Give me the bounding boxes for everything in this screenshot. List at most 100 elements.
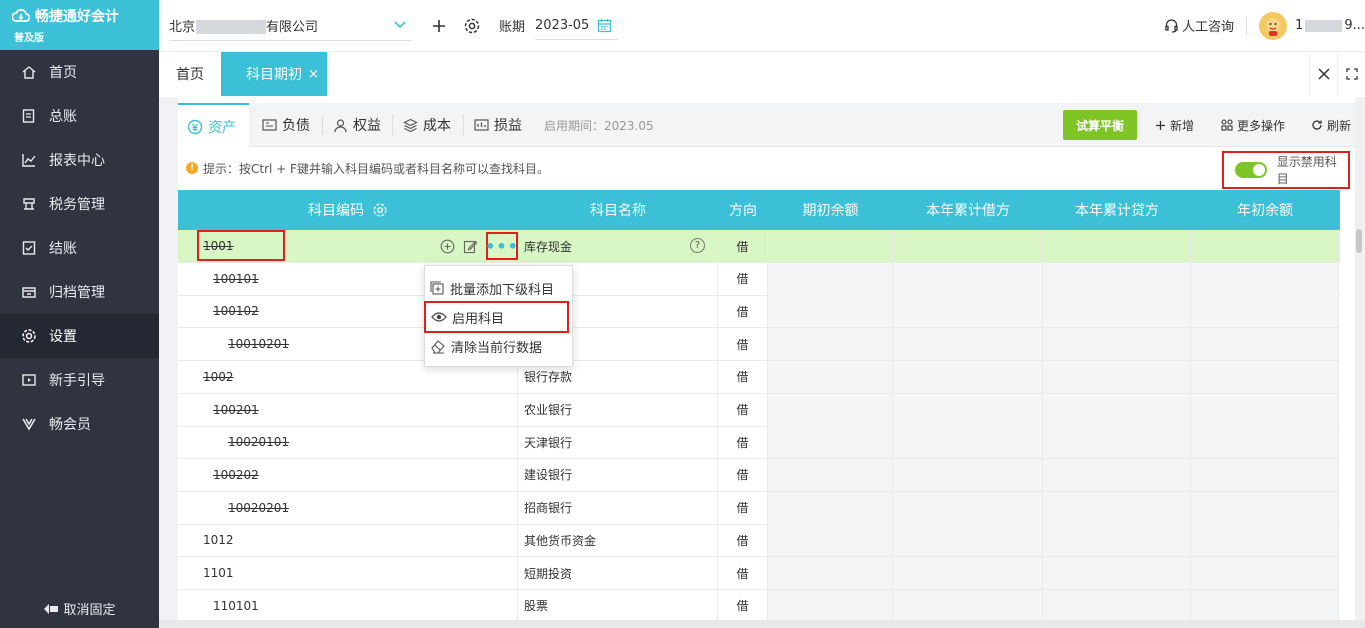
cell-opening[interactable] (768, 491, 893, 524)
tab-account-opening[interactable]: 科目期初 × (221, 52, 327, 96)
cell-name[interactable]: 股票 (518, 589, 718, 622)
table-row[interactable]: 1012 其他货币资金 借 (178, 524, 1340, 558)
cell-opening[interactable] (768, 328, 893, 361)
cell-year-start[interactable] (1191, 589, 1339, 622)
cell-direction[interactable]: 借 (718, 589, 768, 622)
cell-ytd-debit[interactable] (893, 589, 1043, 622)
user-account[interactable]: 1 9... (1295, 18, 1365, 33)
cell-opening[interactable] (768, 557, 893, 589)
sidebar-item-tax[interactable]: 税务管理 (0, 182, 159, 226)
refresh-button[interactable]: 刷新 (1311, 103, 1351, 147)
cell-name[interactable]: 短期投资 (518, 557, 718, 589)
table-row[interactable]: 100101 借 (178, 262, 1340, 296)
cell-year-start[interactable] (1191, 426, 1339, 459)
cell-ytd-credit[interactable] (1043, 491, 1191, 524)
edit-icon[interactable] (463, 239, 478, 254)
cell-ytd-debit[interactable] (893, 458, 1043, 491)
table-row[interactable]: 1101 短期投资 借 (178, 557, 1340, 590)
cell-year-start[interactable] (1191, 230, 1339, 262)
cell-name[interactable]: 库存现金 (518, 230, 718, 262)
cell-direction[interactable]: 借 (718, 458, 768, 491)
fullscreen-button[interactable] (1337, 52, 1365, 96)
sidebar-item-ledger[interactable]: 总账 (0, 94, 159, 138)
sidebar-item-reports[interactable]: 报表中心 (0, 138, 159, 182)
cell-ytd-credit[interactable] (1043, 262, 1191, 295)
show-disabled-accounts-toggle[interactable] (1235, 162, 1267, 178)
close-tab-icon[interactable]: × (308, 67, 319, 82)
cell-ytd-credit[interactable] (1043, 360, 1191, 393)
cell-year-start[interactable] (1191, 458, 1339, 491)
table-row[interactable]: 100102 借 (178, 295, 1340, 329)
cell-direction[interactable]: 借 (718, 230, 768, 262)
period-picker[interactable]: 2023-05 (535, 12, 619, 40)
cell-ytd-debit[interactable] (893, 262, 1043, 295)
cell-ytd-debit[interactable] (893, 360, 1043, 393)
table-row[interactable]: 10020201 招商银行 借 (178, 491, 1340, 525)
add-button[interactable]: 新增 (1155, 103, 1194, 147)
cell-direction[interactable]: 借 (718, 426, 768, 459)
scrollbar-thumb[interactable] (1356, 229, 1362, 253)
cell-direction[interactable]: 借 (718, 262, 768, 295)
tab-liabilities[interactable]: 负债 (262, 103, 310, 147)
cell-ytd-debit[interactable] (893, 491, 1043, 524)
cell-ytd-debit[interactable] (893, 426, 1043, 459)
cell-ytd-credit[interactable] (1043, 557, 1191, 589)
cell-ytd-credit[interactable] (1043, 230, 1191, 262)
tab-profit-loss[interactable]: 损益 (474, 103, 522, 147)
cell-ytd-debit[interactable] (893, 557, 1043, 589)
more-actions-button[interactable]: ••• (485, 232, 518, 260)
avatar[interactable] (1259, 11, 1287, 40)
cell-opening[interactable] (768, 360, 893, 393)
cell-opening[interactable] (768, 589, 893, 622)
vertical-scrollbar[interactable] (1355, 97, 1363, 617)
cell-direction[interactable]: 借 (718, 491, 768, 524)
cell-code[interactable]: 1012 (201, 524, 518, 557)
cell-direction[interactable]: 借 (718, 524, 768, 557)
cell-direction[interactable]: 借 (718, 328, 768, 361)
cell-year-start[interactable] (1191, 262, 1339, 295)
table-row[interactable]: 10010201 借 (178, 328, 1340, 362)
table-row[interactable]: 100201 农业银行 借 (178, 393, 1340, 427)
cell-year-start[interactable] (1191, 524, 1339, 557)
cell-direction[interactable]: 借 (718, 360, 768, 393)
close-all-tabs-button[interactable] (1309, 52, 1337, 96)
menu-item-enable-account[interactable]: 启用科目 (424, 301, 569, 333)
column-settings-gear-icon[interactable] (372, 202, 388, 218)
cell-code[interactable]: 10020201 (201, 491, 518, 524)
company-selector[interactable]: 北京 有限公司 (169, 11, 411, 41)
cell-direction[interactable]: 借 (718, 393, 768, 426)
sidebar-item-settings[interactable]: 设置 (0, 314, 159, 358)
cell-ytd-credit[interactable] (1043, 426, 1191, 459)
cell-ytd-debit[interactable] (893, 230, 1043, 262)
cell-year-start[interactable] (1191, 360, 1339, 393)
cell-ytd-credit[interactable] (1043, 458, 1191, 491)
cell-name[interactable]: 招商银行 (518, 491, 718, 524)
cell-code[interactable]: 1101 (201, 557, 518, 589)
sidebar-item-guide[interactable]: 新手引导 (0, 358, 159, 402)
tab-equity[interactable]: 权益 (333, 103, 381, 147)
horizontal-scrollbar[interactable] (159, 620, 1365, 628)
cell-code[interactable]: 10020101 (201, 426, 518, 459)
cell-name[interactable]: 农业银行 (518, 393, 718, 426)
sidebar-item-home[interactable]: 首页 (0, 50, 159, 94)
cell-ytd-credit[interactable] (1043, 328, 1191, 361)
table-row[interactable]: 1001 库存现金借 •••? (178, 230, 1340, 263)
cell-year-start[interactable] (1191, 393, 1339, 426)
cell-code[interactable]: 100202 (201, 458, 518, 491)
trial-balance-button[interactable]: 试算平衡 (1063, 110, 1137, 140)
menu-item-clear-row[interactable]: 清除当前行数据 (425, 332, 574, 360)
cell-year-start[interactable] (1191, 328, 1339, 361)
cell-name[interactable]: 建设银行 (518, 458, 718, 491)
cell-direction[interactable]: 借 (718, 557, 768, 589)
add-child-icon[interactable] (440, 239, 455, 254)
cell-opening[interactable] (768, 458, 893, 491)
cell-opening[interactable] (768, 295, 893, 328)
cell-name[interactable]: 天津银行 (518, 426, 718, 459)
cell-code[interactable]: 100201 (201, 393, 518, 426)
cell-ytd-debit[interactable] (893, 524, 1043, 557)
cell-ytd-debit[interactable] (893, 328, 1043, 361)
tab-assets[interactable]: 资产 (178, 103, 249, 148)
cell-direction[interactable]: 借 (718, 295, 768, 328)
cell-ytd-credit[interactable] (1043, 589, 1191, 622)
help-icon[interactable]: ? (690, 238, 705, 253)
